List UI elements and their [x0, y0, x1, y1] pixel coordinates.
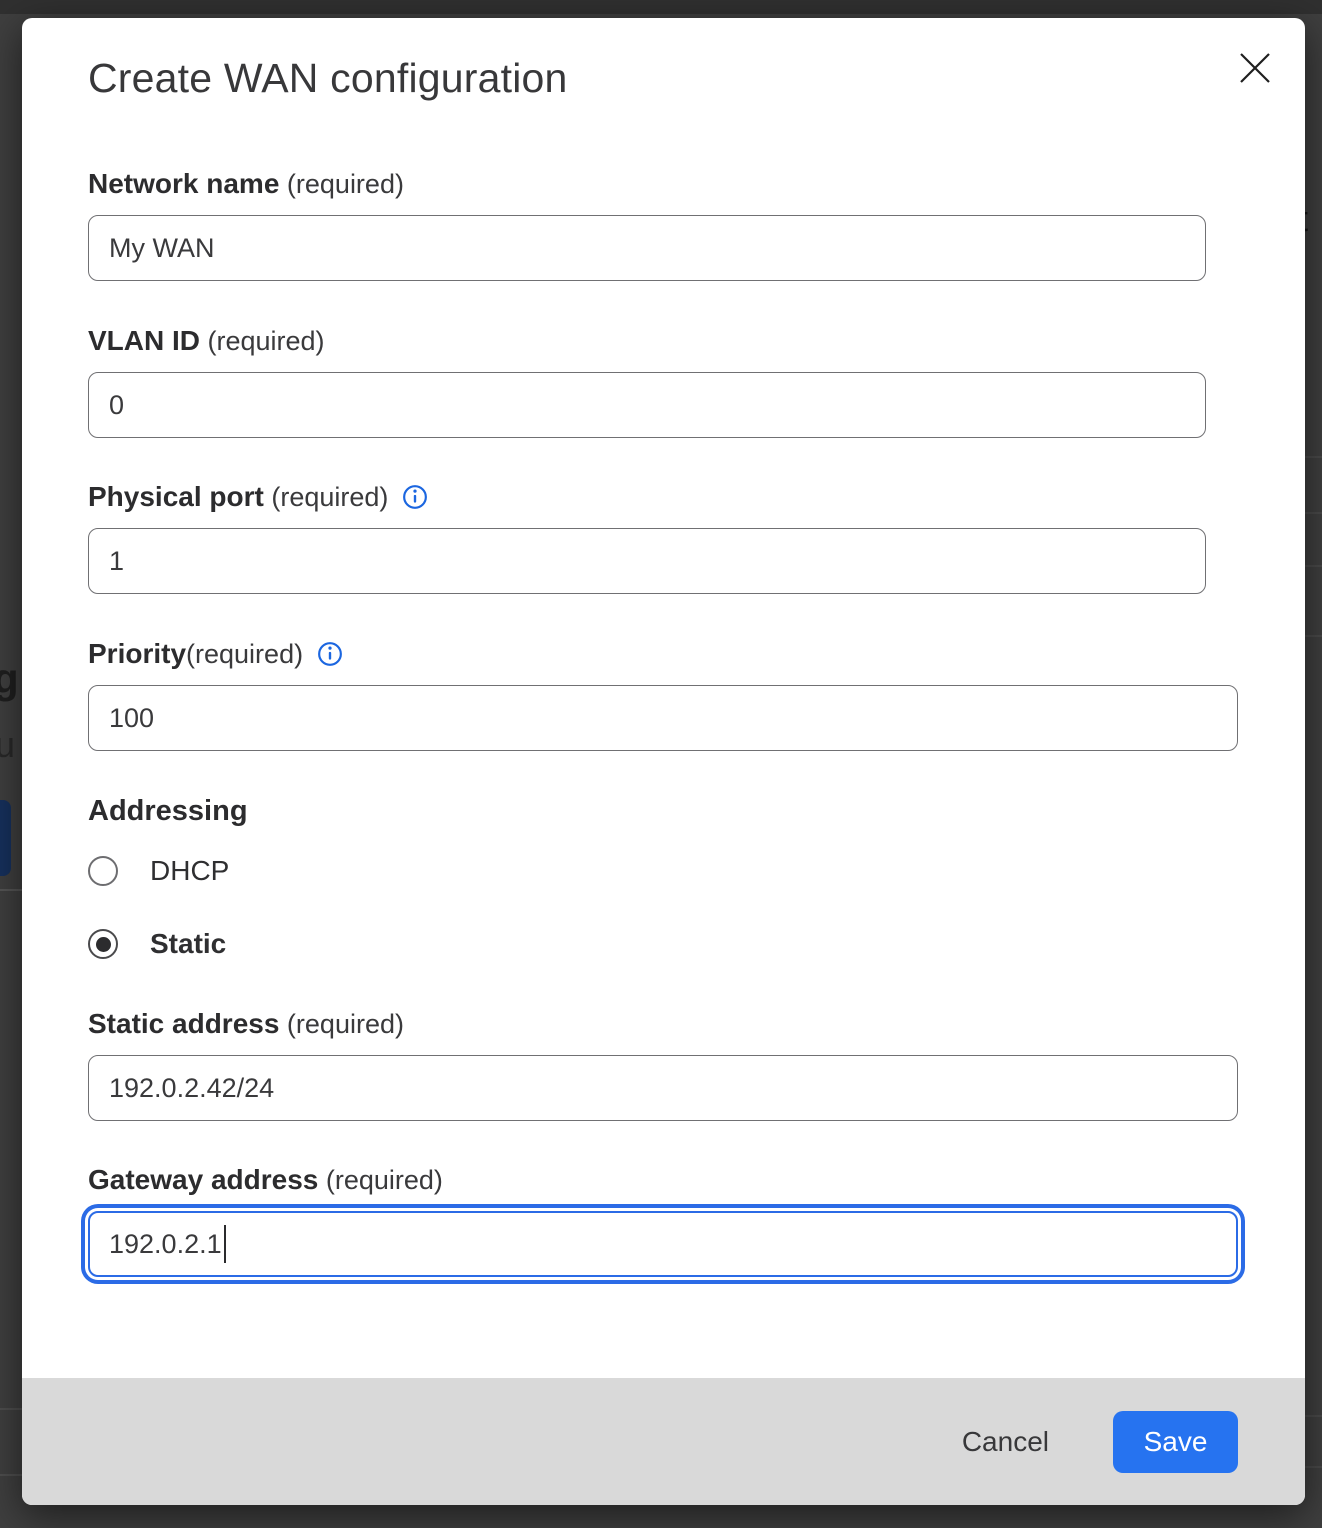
addressing-option-dhcp[interactable]: DHCP: [88, 854, 229, 888]
info-icon[interactable]: [317, 641, 343, 667]
info-icon[interactable]: [402, 484, 428, 510]
dimmed-table-row-line: [1304, 565, 1322, 567]
create-wan-configuration-dialog: Create WAN configuration Network name (r…: [22, 18, 1305, 1505]
gateway-address-label: Gateway address (required): [88, 1164, 443, 1196]
dimmed-text-fragment-left-2: u: [0, 724, 15, 766]
dimmed-text-fragment-left-1: g: [0, 655, 19, 703]
physical-port-input[interactable]: [88, 528, 1206, 594]
dimmed-table-row-line: [1304, 512, 1322, 514]
close-button[interactable]: [1236, 49, 1274, 87]
dimmed-divider: [0, 1408, 22, 1410]
addressing-heading: Addressing: [88, 795, 248, 828]
gateway-address-value: 192.0.2.1: [109, 1229, 222, 1260]
radio-checked-icon: [88, 929, 118, 959]
dimmed-divider: [0, 1474, 22, 1476]
dhcp-radio-label: DHCP: [150, 855, 229, 887]
gateway-address-input[interactable]: 192.0.2.1: [88, 1211, 1238, 1277]
close-icon: [1238, 51, 1272, 85]
static-address-input[interactable]: [88, 1055, 1238, 1121]
save-button[interactable]: Save: [1113, 1411, 1238, 1473]
dimmed-page-top-strip: [0, 0, 1322, 14]
static-address-label: Static address (required): [88, 1008, 404, 1040]
dimmed-divider: [0, 889, 22, 891]
cancel-button[interactable]: Cancel: [948, 1418, 1063, 1466]
dialog-footer: Cancel Save: [22, 1378, 1305, 1505]
priority-input[interactable]: [88, 685, 1238, 751]
addressing-option-static[interactable]: Static: [88, 927, 226, 961]
vlan-id-label: VLAN ID (required): [88, 325, 325, 357]
dimmed-table-row-line: [1304, 1466, 1322, 1468]
dimmed-table-row-line: [1304, 1415, 1322, 1417]
dimmed-table-row-line: [1304, 635, 1322, 637]
network-name-input[interactable]: [88, 215, 1206, 281]
dialog-title: Create WAN configuration: [88, 54, 568, 102]
dimmed-primary-button-fragment: [0, 800, 11, 876]
vlan-id-input[interactable]: [88, 372, 1206, 438]
dimmed-table-row-line: [1304, 456, 1322, 458]
network-name-label: Network name (required): [88, 168, 404, 200]
radio-unchecked-icon: [88, 856, 118, 886]
physical-port-label: Physical port (required): [88, 481, 428, 513]
static-radio-label: Static: [150, 928, 226, 960]
text-cursor: [224, 1225, 227, 1263]
priority-label: Priority(required): [88, 638, 343, 670]
